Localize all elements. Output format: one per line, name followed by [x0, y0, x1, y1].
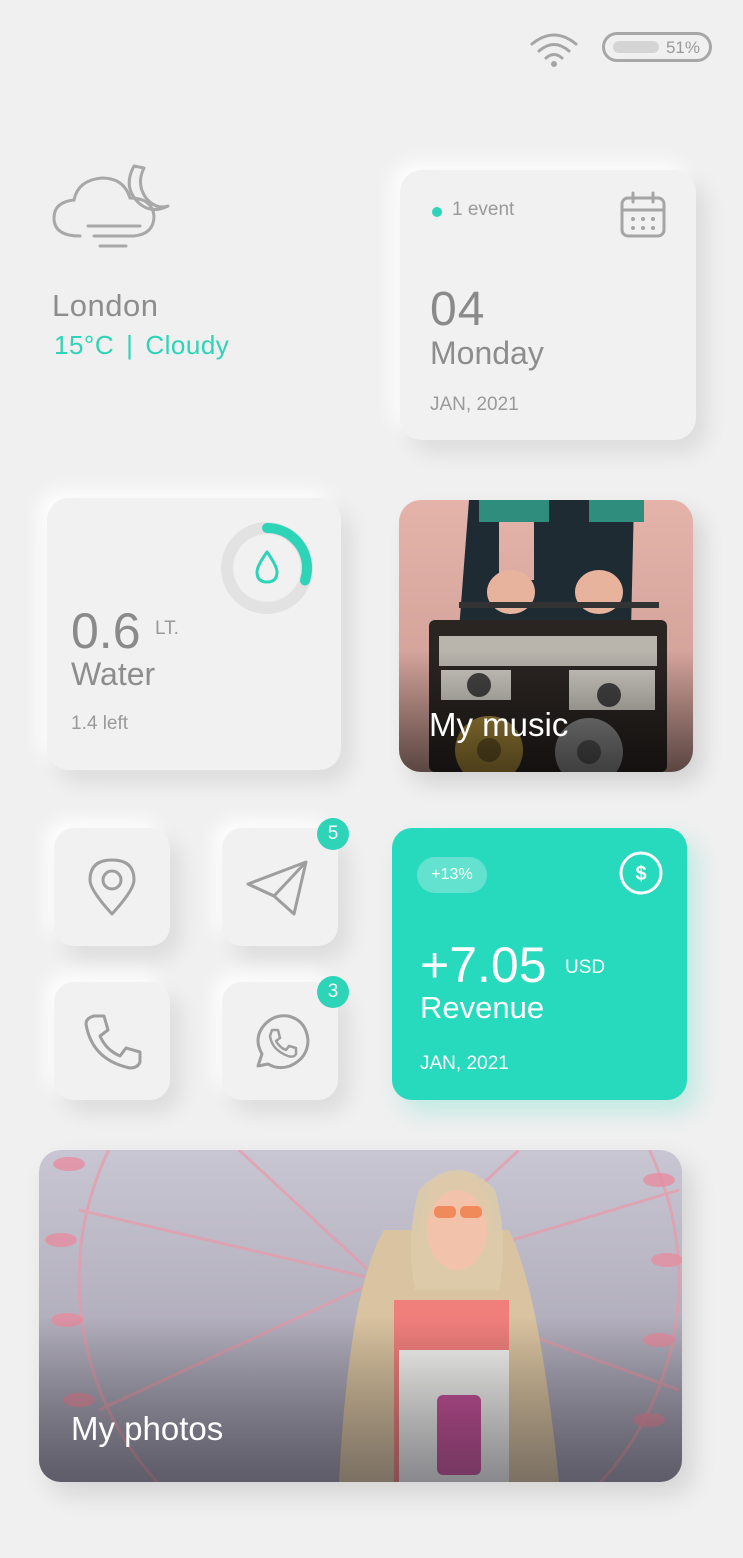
phone-button[interactable] [54, 982, 170, 1100]
revenue-label: Revenue [420, 990, 545, 1025]
calendar-icon [620, 191, 666, 238]
send-button[interactable] [222, 828, 338, 946]
revenue-change-badge: +13% [417, 857, 487, 893]
whatsapp-icon [256, 1014, 310, 1070]
revenue-month: JAN, 2021 [420, 1053, 509, 1074]
location-pin-icon [88, 858, 136, 916]
revenue-currency: USD [565, 957, 606, 978]
water-remaining: 1.4 left [71, 713, 129, 734]
weather-summary: 15°C | Cloudy [54, 330, 229, 361]
water-unit: LT. [155, 618, 179, 639]
cloud-moon-icon [52, 164, 170, 248]
battery-level [613, 41, 659, 53]
water-amount: 0.6 [71, 603, 141, 659]
phone-icon [84, 1014, 142, 1070]
music-title: My music [429, 706, 569, 743]
send-badge: 5 [317, 818, 349, 850]
battery-indicator: 51% [602, 32, 712, 62]
whatsapp-badge: 3 [317, 976, 349, 1008]
calendar-widget[interactable]: 1 event 04 Monday JAN, 2021 [400, 170, 696, 440]
weather-condition: Cloudy [145, 330, 230, 360]
calendar-weekday: Monday [430, 335, 544, 371]
photos-title: My photos [71, 1410, 224, 1447]
location-button[interactable] [54, 828, 170, 946]
weather-temperature: 15°C [54, 330, 115, 360]
music-widget[interactable]: My music [399, 500, 693, 772]
weather-city: London [52, 288, 159, 323]
weather-separator: | [126, 330, 134, 360]
event-count: 1 event [452, 199, 515, 220]
water-label: Water [71, 656, 156, 692]
photos-widget[interactable]: My photos [39, 1150, 682, 1482]
event-dot [432, 207, 442, 217]
revenue-widget[interactable]: +13% $ +7.05 USD Revenue JAN, 2021 [392, 828, 687, 1100]
svg-text:$: $ [635, 863, 646, 885]
send-icon [246, 860, 308, 916]
wifi-icon [530, 33, 578, 67]
calendar-month: JAN, 2021 [430, 394, 519, 415]
water-widget[interactable]: 0.6 LT. Water 1.4 left [47, 498, 341, 770]
dollar-icon: $ [619, 851, 663, 895]
water-progress-ring [221, 522, 313, 614]
battery-percent: 51% [665, 38, 700, 57]
revenue-amount: +7.05 [420, 937, 547, 993]
calendar-day: 04 [430, 283, 486, 336]
